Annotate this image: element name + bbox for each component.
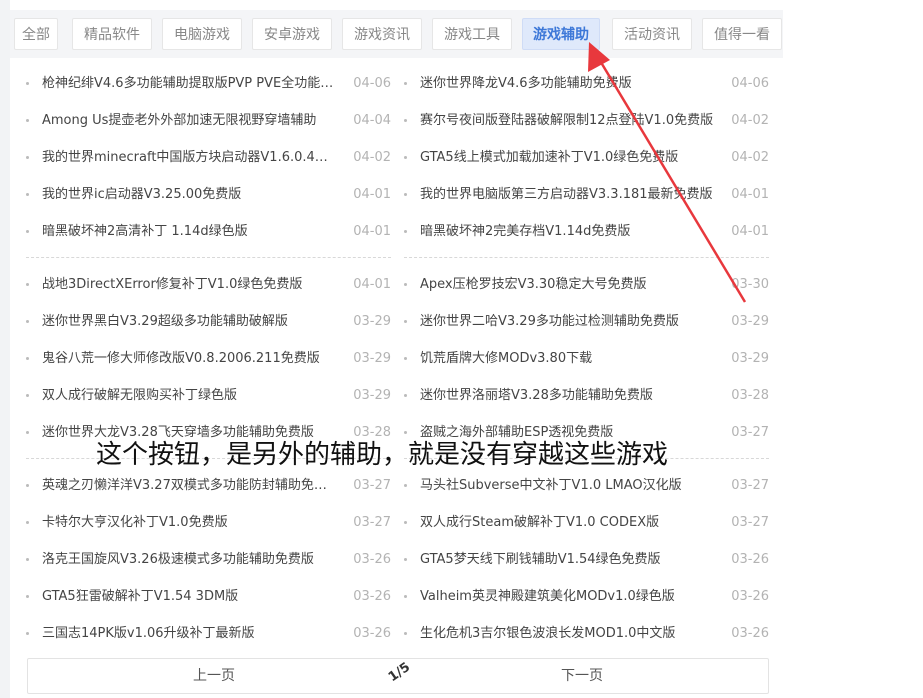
annotation-arrow-head	[588, 42, 610, 72]
annotation-arrow-shaft	[594, 53, 747, 303]
annotation-arrow-icon	[588, 42, 747, 303]
